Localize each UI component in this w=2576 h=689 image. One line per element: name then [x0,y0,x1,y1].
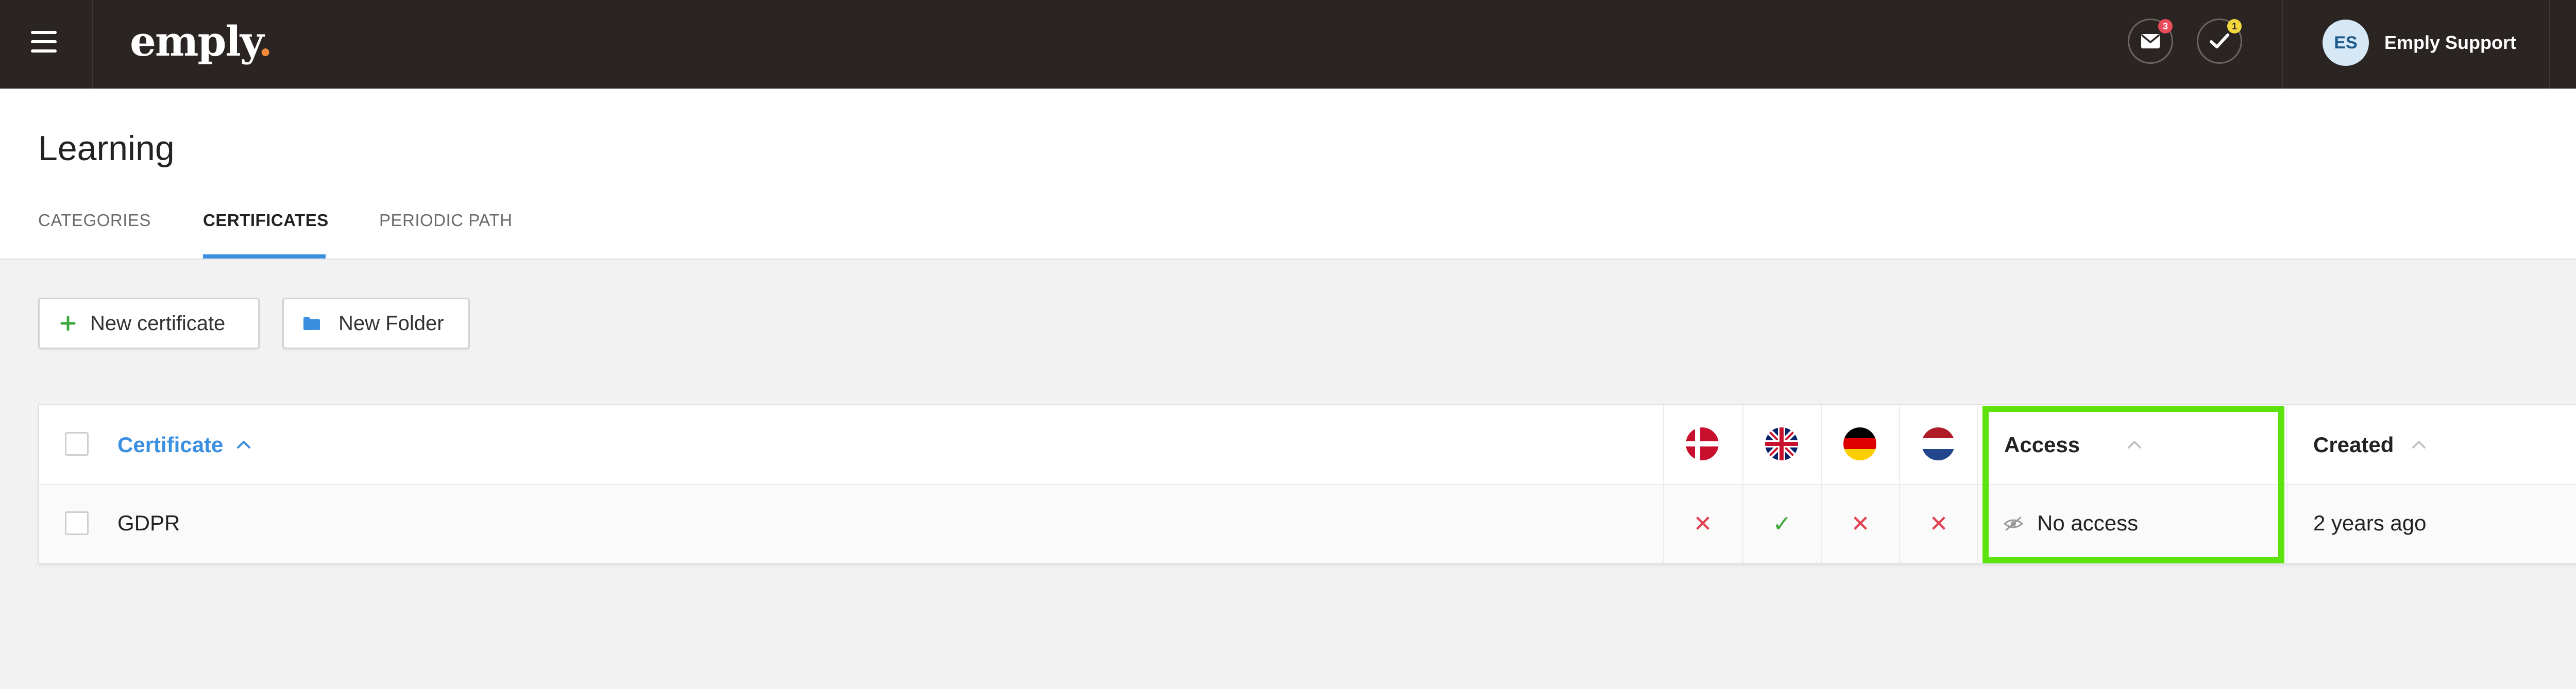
certificate-name-link[interactable]: GDPR [117,510,180,536]
topbar-divider [2549,0,2550,89]
access-value: No access [2037,511,2139,535]
column-divider [1821,405,1822,563]
tab-certificates[interactable]: CERTIFICATES [203,210,329,231]
column-header-certificate[interactable]: Certificate [117,432,223,458]
tab-categories[interactable]: CATEGORIES [38,210,151,231]
certificates-table: Certificate Access Created GDPR ✕ ✓ ✕ ✕ … [38,404,2576,564]
language-available-icon: ✓ [1772,511,1792,537]
language-unavailable-icon: ✕ [1693,511,1713,537]
messages-button[interactable]: 3 [2128,19,2173,64]
table-row[interactable] [39,485,2576,563]
dutch-flag-icon [1922,427,1955,460]
german-flag-icon [1843,427,1876,460]
column-divider [1742,405,1743,563]
language-unavailable-icon: ✕ [1929,511,1948,537]
uk-flag-icon [1765,427,1798,460]
user-name[interactable]: Emply Support [2384,30,2516,56]
page-title: Learning [38,129,175,168]
plus-icon [60,316,76,331]
menu-icon[interactable] [31,31,57,53]
active-tab-indicator [203,254,326,259]
danish-flag-icon [1686,427,1719,460]
column-divider [1977,405,1978,563]
row-checkbox[interactable] [65,511,89,535]
select-all-checkbox[interactable] [65,432,89,456]
column-header-created[interactable]: Created [2313,432,2394,458]
column-divider [2286,405,2287,563]
new-folder-button[interactable]: New Folder [282,298,470,349]
new-folder-label: New Folder [338,312,444,335]
column-divider [1663,405,1664,563]
tasks-badge: 1 [2227,19,2242,33]
chevron-up-icon[interactable] [236,439,251,450]
topbar-divider [92,0,93,89]
column-divider [1899,405,1900,563]
chevron-up-icon[interactable] [2127,439,2142,450]
row-divider [39,484,2576,485]
chevron-up-icon[interactable] [2411,439,2427,450]
tasks-button[interactable]: 1 [2197,19,2242,64]
envelope-icon [2141,34,2160,48]
emply-logo[interactable]: emply. [130,15,273,67]
folder-icon [303,317,320,330]
checkmark-icon [2210,33,2229,48]
column-header-access[interactable]: Access [2004,432,2080,458]
page-header: Learning CATEGORIES CERTIFICATES PERIODI… [0,89,2576,260]
topbar-divider [2282,0,2283,89]
new-certificate-label: New certificate [90,312,226,335]
new-certificate-button[interactable]: New certificate [38,298,260,349]
top-bar: emply. 3 1 ES Emply Support [0,0,2576,89]
created-value: 2 years ago [2313,511,2427,535]
eye-off-icon [2003,516,2024,531]
tab-periodic-path[interactable]: PERIODIC PATH [379,210,512,231]
language-unavailable-icon: ✕ [1851,511,1870,537]
avatar[interactable]: ES [2323,20,2369,66]
messages-badge: 3 [2158,19,2173,33]
